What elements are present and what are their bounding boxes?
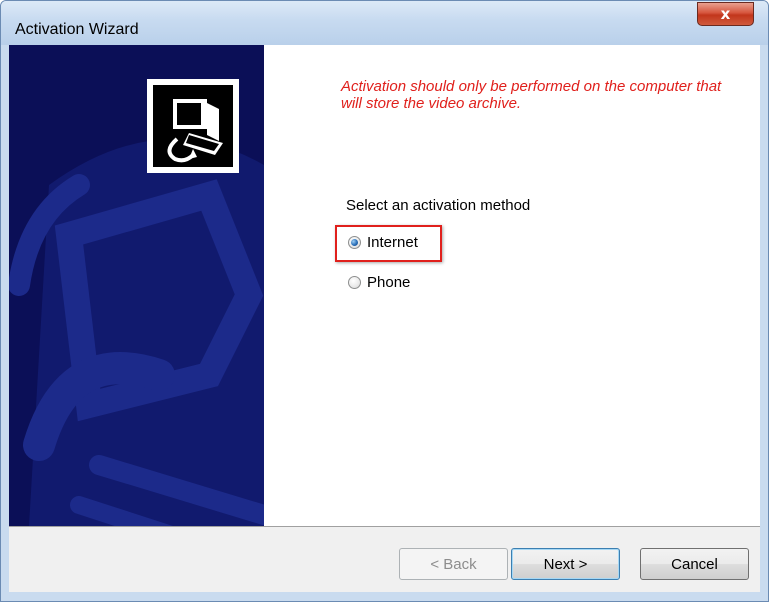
- radio-phone-label[interactable]: Phone: [367, 274, 410, 291]
- footer-separator: [9, 526, 760, 527]
- radio-phone[interactable]: Phone: [348, 272, 410, 292]
- wizard-page: Activation should only be performed on t…: [9, 45, 760, 526]
- close-icon: x: [720, 5, 731, 23]
- close-button[interactable]: x: [697, 2, 754, 26]
- back-button[interactable]: < Back: [399, 548, 508, 580]
- next-button[interactable]: Next >: [511, 548, 620, 580]
- wizard-client-area: Activation should only be performed on t…: [9, 45, 760, 592]
- activation-method-prompt: Select an activation method: [346, 197, 531, 214]
- activation-warning: Activation should only be performed on t…: [341, 78, 722, 112]
- window-title: Activation Wizard: [15, 21, 139, 38]
- cancel-button[interactable]: Cancel: [640, 548, 749, 580]
- highlight-box: [335, 225, 442, 262]
- activation-wizard-window: Activation Wizard x Activation should on…: [0, 0, 769, 602]
- wizard-side-banner: [9, 45, 264, 526]
- radio-button-unchecked[interactable]: [348, 275, 361, 289]
- wizard-logo: [147, 79, 239, 173]
- computer-return-icon: [153, 85, 233, 167]
- title-bar[interactable]: Activation Wizard x: [1, 1, 768, 45]
